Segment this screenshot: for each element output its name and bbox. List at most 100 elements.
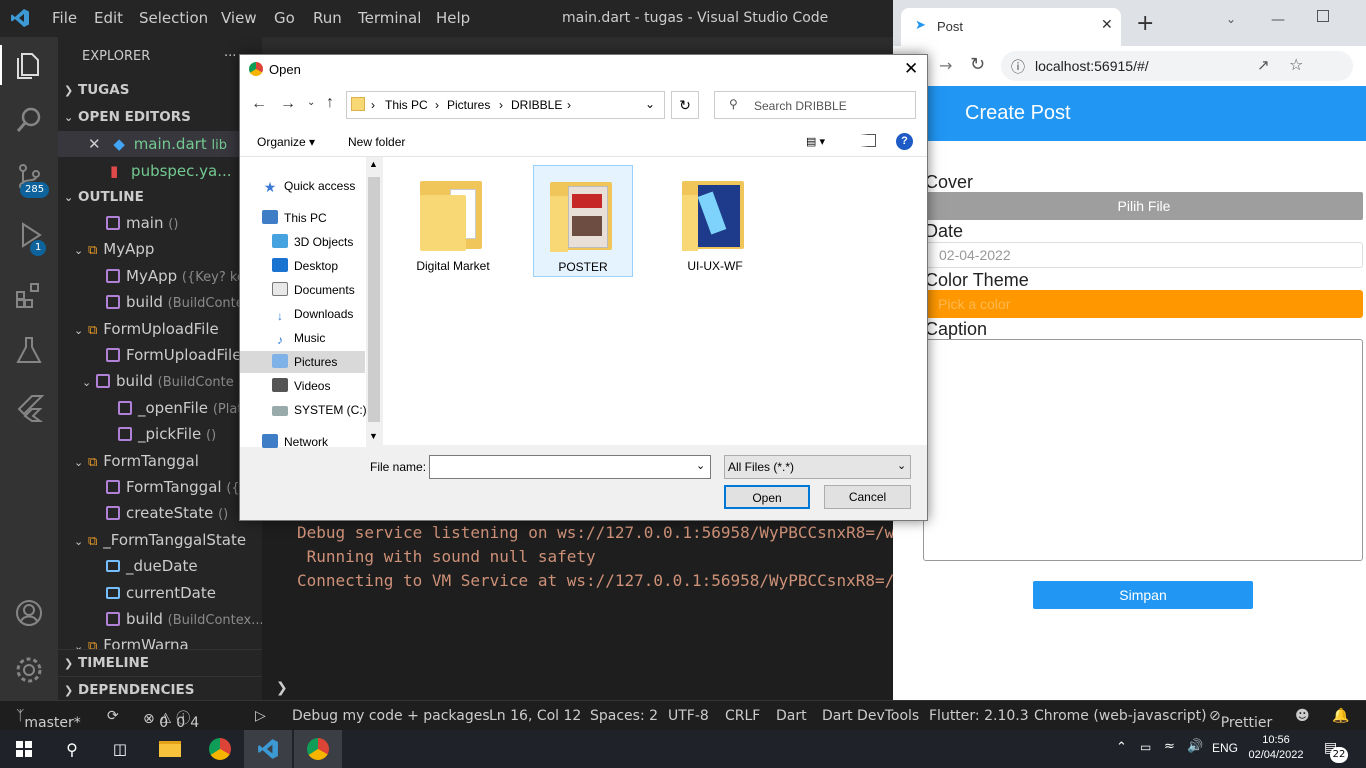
search-icon[interactable]: ⚲: [48, 730, 96, 768]
minimize-icon[interactable]: —: [1271, 12, 1285, 28]
new-tab-icon[interactable]: +: [1136, 13, 1154, 35]
outline-item[interactable]: build (BuildConte: [58, 289, 262, 315]
close-icon[interactable]: ✕: [904, 59, 918, 79]
folder-section[interactable]: ❯ TUGAS: [58, 77, 262, 103]
reload-icon[interactable]: ↻: [970, 54, 985, 75]
menu-file[interactable]: File: [52, 9, 77, 27]
outline-item[interactable]: _openFile (Platf: [58, 395, 262, 421]
timeline-section[interactable]: ❯ TIMELINE: [58, 649, 262, 675]
menu-go[interactable]: Go: [274, 9, 295, 27]
pick-file-button[interactable]: Pilih File: [925, 192, 1363, 220]
breadcrumb-item[interactable]: DRIBBLE: [511, 98, 562, 112]
nav-this-pc[interactable]: This PC: [262, 207, 380, 229]
menu-terminal[interactable]: Terminal: [358, 9, 421, 27]
outline-section[interactable]: ⌄ OUTLINE: [58, 184, 262, 210]
url-text[interactable]: localhost:56915/#/: [1035, 58, 1149, 74]
prettier-status[interactable]: ⊘ Prettier: [1209, 708, 1272, 731]
wifi-icon[interactable]: ≈: [1164, 739, 1175, 754]
line-ending[interactable]: CRLF: [725, 708, 760, 724]
search-icon[interactable]: [14, 105, 44, 135]
info-icon[interactable]: ⓘ: [1011, 57, 1025, 77]
help-icon[interactable]: ?: [896, 133, 913, 150]
files-icon[interactable]: [14, 49, 44, 79]
start-button[interactable]: [0, 730, 48, 768]
open-editor-main-dart[interactable]: ✕ ◆ main.dart lib U: [58, 131, 262, 157]
outline-item[interactable]: FormUploadFile: [58, 342, 262, 368]
up-icon[interactable]: ↑: [326, 94, 334, 112]
dependencies-section[interactable]: ❯ DEPENDENCIES: [58, 676, 262, 700]
outline-item[interactable]: main (): [58, 210, 262, 236]
nav-quick-access[interactable]: ★ Quick access: [262, 175, 380, 197]
indentation[interactable]: Spaces: 2: [590, 708, 658, 724]
vscode-taskbar-icon[interactable]: [244, 730, 292, 768]
folder-item[interactable]: UI-UX-WF: [665, 165, 765, 273]
chrome-taskbar-icon-active[interactable]: [294, 730, 342, 768]
chrome-taskbar-icon[interactable]: [196, 730, 244, 768]
save-button[interactable]: Simpan: [1033, 581, 1253, 609]
outline-item[interactable]: ⌄ ⧉ FormTanggal: [58, 448, 262, 474]
breadcrumb[interactable]: › This PC › Pictures › DRIBBLE › ⌄: [346, 91, 665, 119]
more-actions-icon[interactable]: ···: [224, 44, 236, 70]
search-input[interactable]: ⚲ Search DRIBBLE: [714, 91, 916, 119]
date-field[interactable]: 02-04-2022: [925, 242, 1363, 268]
outline-item[interactable]: ⌄ ⧉ MyApp: [58, 236, 262, 262]
battery-icon[interactable]: ▭: [1140, 740, 1151, 754]
file-name-input[interactable]: ⌄: [429, 455, 711, 479]
outline-item[interactable]: FormTanggal ({K: [58, 474, 262, 500]
caption-textarea[interactable]: [923, 339, 1363, 561]
chevron-down-icon[interactable]: ⌄: [696, 459, 705, 472]
cancel-button[interactable]: Cancel: [824, 485, 911, 509]
outline-item[interactable]: ⌄ ⧉ _FormTanggalState: [58, 527, 262, 553]
cursor-position[interactable]: Ln 16, Col 12: [489, 708, 581, 724]
bell-icon[interactable]: 🔔: [1332, 708, 1349, 724]
breadcrumb-item[interactable]: This PC: [385, 98, 428, 112]
menu-edit[interactable]: Edit: [94, 9, 123, 27]
breadcrumb-item[interactable]: Pictures: [447, 98, 490, 112]
testing-flask-icon[interactable]: [14, 335, 44, 365]
problems-status[interactable]: ⊗ 0 ⚠ 0 ⓘ 4: [143, 708, 199, 731]
refresh-icon[interactable]: ↻: [671, 91, 699, 119]
open-editors-section[interactable]: ⌄ OPEN EDITORS: [58, 104, 262, 130]
file-type-select[interactable]: All Files (*.*) ⌄: [724, 455, 911, 479]
close-icon[interactable]: ✕: [88, 135, 101, 153]
chevron-down-icon[interactable]: ⌄: [645, 97, 655, 111]
sync-icon[interactable]: ⟳: [107, 708, 119, 724]
device-selector[interactable]: Chrome (web-javascript): [1034, 708, 1207, 724]
menu-selection[interactable]: Selection: [139, 9, 208, 27]
flutter-icon[interactable]: [14, 393, 44, 423]
preview-pane-icon[interactable]: [860, 134, 876, 147]
bookmark-star-icon[interactable]: ☆: [1289, 55, 1303, 74]
new-folder-button[interactable]: New folder: [348, 135, 405, 149]
close-tab-icon[interactable]: ✕: [1101, 17, 1113, 33]
outline-item[interactable]: build (BuildContex...: [58, 606, 262, 632]
outline-item[interactable]: ⌄ build (BuildConte: [58, 368, 262, 394]
address-bar[interactable]: ⓘ localhost:56915/#/ ↗ ☆: [1001, 51, 1353, 81]
outline-item[interactable]: ⌄ ⧉ FormUploadFile: [58, 316, 262, 342]
debug-config[interactable]: Debug my code + packages: [292, 708, 490, 724]
forward-icon[interactable]: →: [939, 56, 952, 75]
tray-chevron-icon[interactable]: ⌃: [1116, 740, 1127, 755]
extensions-icon[interactable]: [14, 280, 44, 310]
organize-button[interactable]: Organize ▾: [257, 135, 315, 149]
volume-icon[interactable]: 🔊: [1187, 739, 1203, 754]
outline-item[interactable]: createState (): [58, 500, 262, 526]
recent-locations-icon[interactable]: ⌄: [307, 97, 315, 108]
outline-item[interactable]: _dueDate: [58, 553, 262, 579]
branch-status[interactable]: ᛉ master*: [16, 708, 81, 731]
outline-item[interactable]: currentDate: [58, 580, 262, 606]
maximize-icon[interactable]: [1317, 10, 1329, 22]
outline-item[interactable]: _pickFile (): [58, 421, 262, 447]
folder-item-selected[interactable]: POSTER: [533, 165, 633, 277]
scroll-down-icon[interactable]: ▼: [369, 431, 378, 441]
nav-pictures[interactable]: Pictures: [240, 351, 365, 373]
menu-help[interactable]: Help: [436, 9, 470, 27]
menu-run[interactable]: Run: [313, 9, 342, 27]
scroll-up-icon[interactable]: ▲: [369, 159, 378, 169]
encoding[interactable]: UTF-8: [668, 708, 709, 724]
clock[interactable]: 10:56 02/04/2022: [1246, 733, 1306, 763]
open-button[interactable]: Open: [724, 485, 810, 509]
language-indicator[interactable]: ENG: [1212, 741, 1238, 755]
browser-tab[interactable]: ➤ Post ✕: [901, 8, 1121, 46]
language-mode[interactable]: Dart: [776, 708, 807, 724]
settings-gear-icon[interactable]: [14, 655, 44, 685]
